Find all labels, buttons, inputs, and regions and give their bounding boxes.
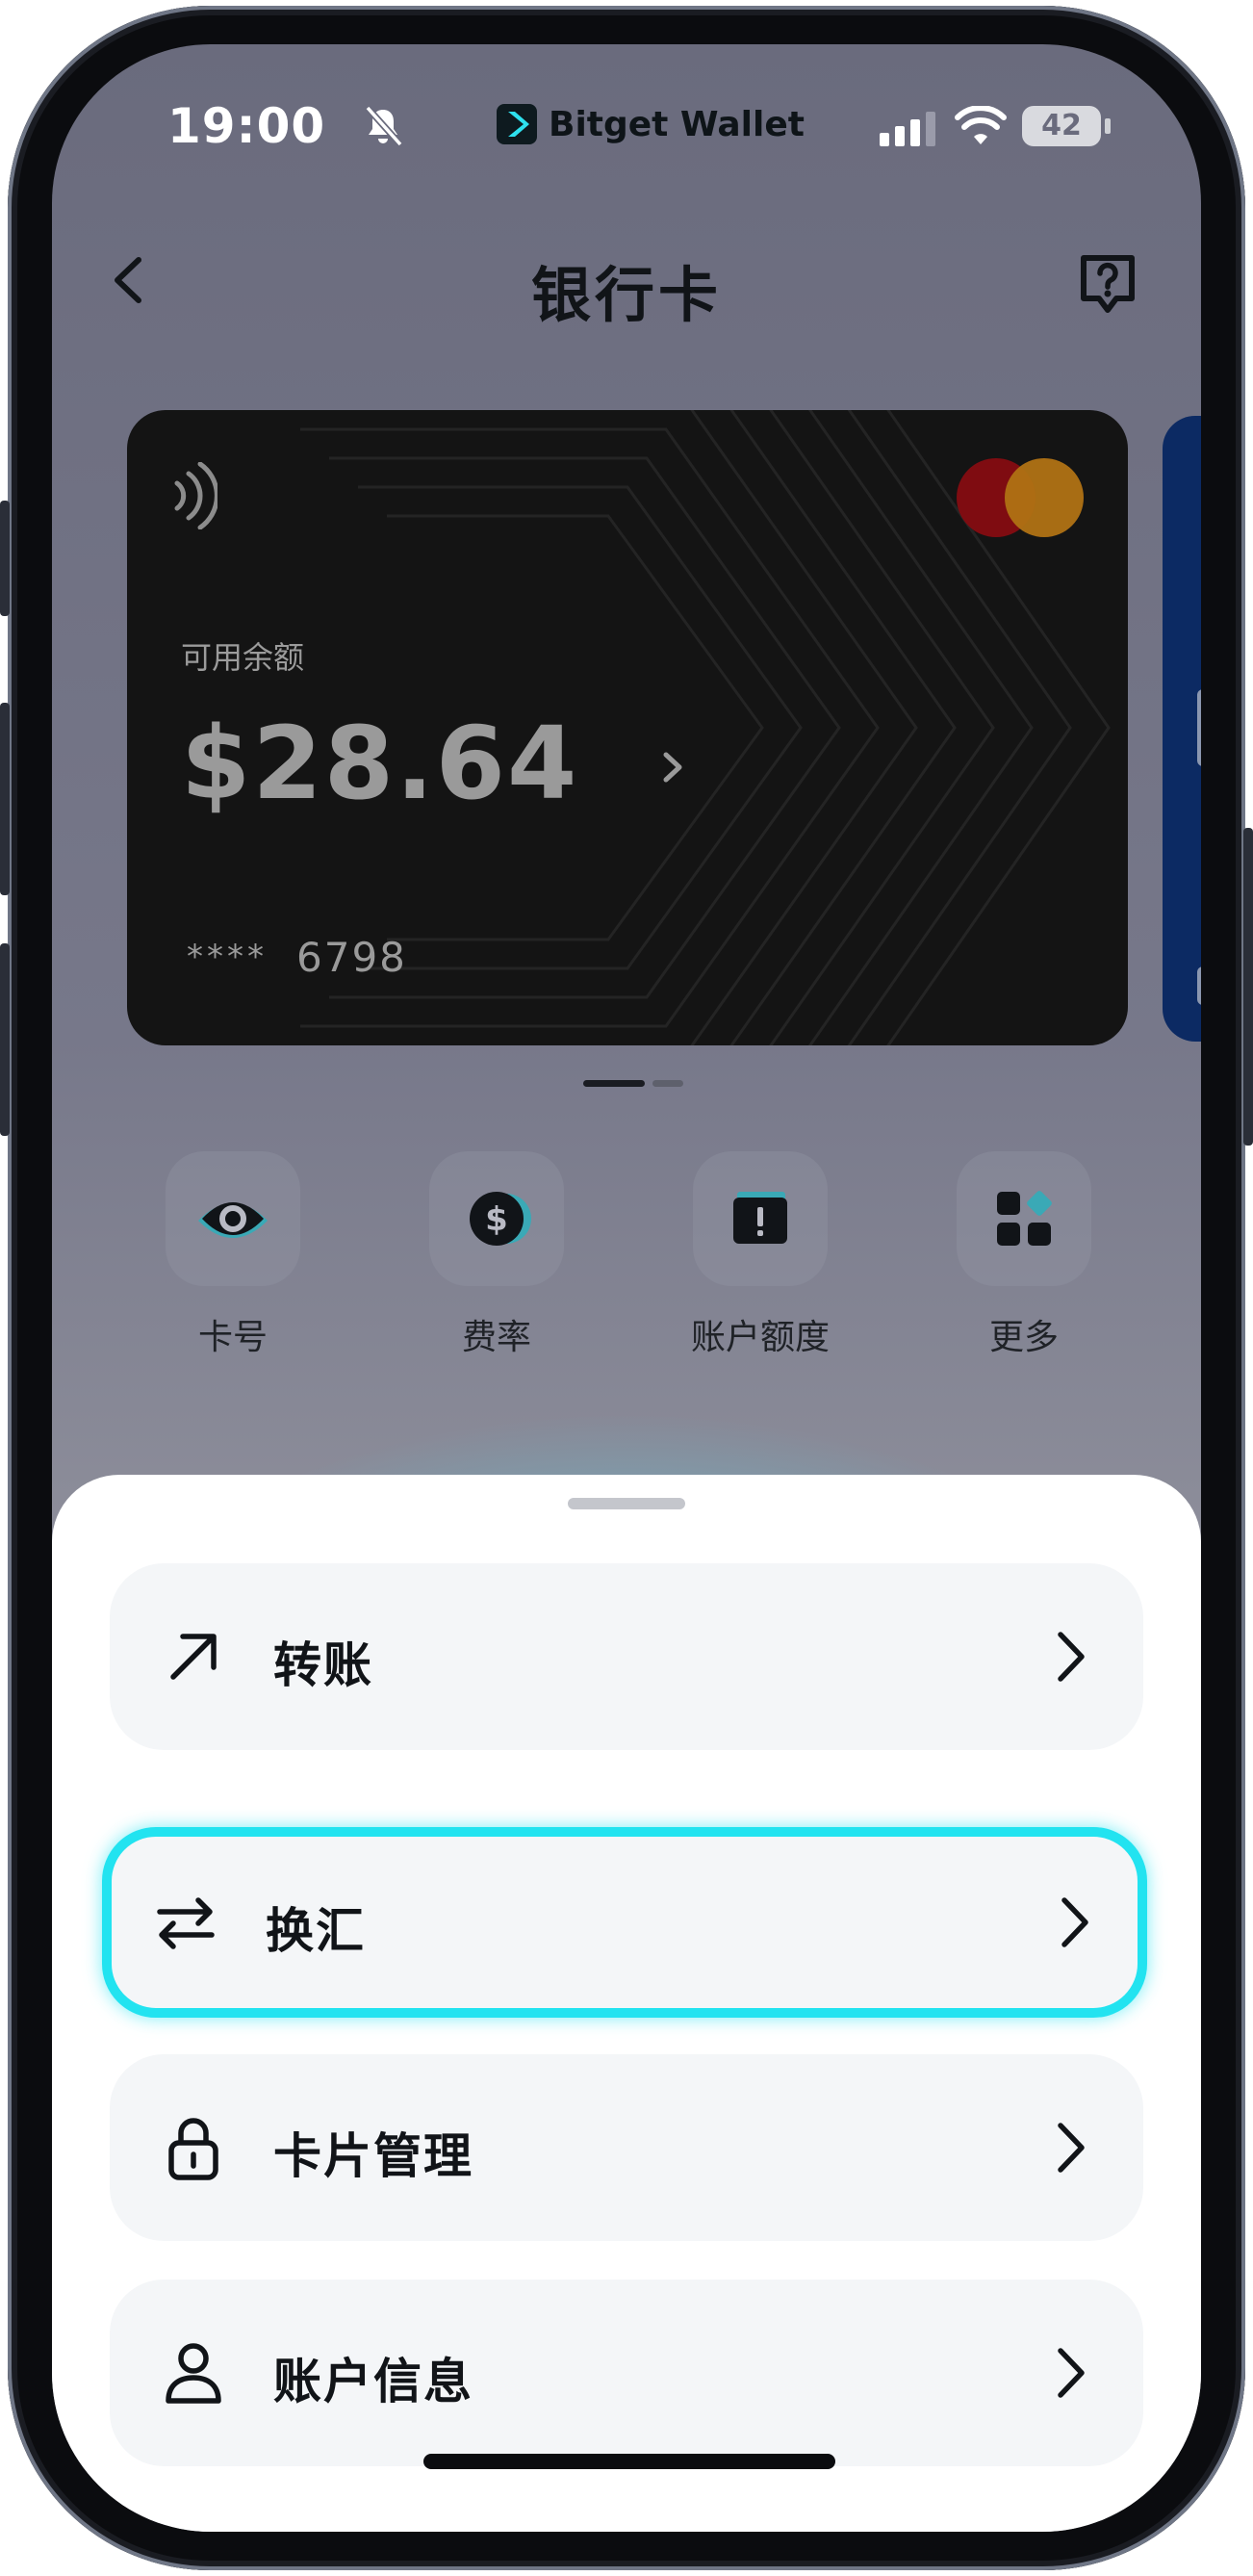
bell-slash-icon bbox=[365, 105, 403, 147]
card-last4: 6798 bbox=[296, 934, 407, 981]
home-indicator[interactable] bbox=[423, 2454, 835, 2469]
arrow-up-right-icon bbox=[170, 1634, 217, 1680]
card-number-mask: **** bbox=[187, 938, 268, 976]
menu-item-card-management[interactable]: 卡片管理 bbox=[110, 2054, 1143, 2241]
battery-icon: 42 bbox=[1022, 106, 1101, 146]
mastercard-logo-icon-right bbox=[1005, 458, 1084, 537]
balance-value[interactable]: $28.64 bbox=[181, 705, 578, 822]
brand-name: Bitget Wallet bbox=[549, 104, 805, 144]
alert-wallet-icon bbox=[733, 1192, 787, 1244]
chevron-right-icon bbox=[1058, 1632, 1085, 1682]
status-bar: 19:00 Bitget Wallet 42 bbox=[52, 44, 1201, 208]
bottom-sheet: 转账 换汇 卡片管理 账户信息 bbox=[52, 1475, 1201, 2532]
chevron-right-icon bbox=[1058, 2123, 1085, 2173]
quick-action-label: 更多 bbox=[988, 1318, 1059, 1357]
status-time: 19:00 bbox=[167, 98, 326, 154]
page-title: 银行卡 bbox=[530, 260, 722, 330]
bitget-logo-icon bbox=[497, 104, 537, 144]
lock-icon bbox=[168, 2118, 218, 2180]
side-button-left-top bbox=[0, 501, 10, 616]
page-indicator bbox=[652, 1080, 683, 1087]
page-indicator-active bbox=[583, 1080, 645, 1087]
side-button-left-mid bbox=[0, 703, 10, 895]
chevron-right-icon bbox=[1058, 2348, 1085, 2398]
quick-action-icon-bg bbox=[693, 1151, 828, 1286]
next-card-peek[interactable] bbox=[1163, 416, 1201, 1042]
menu-item-label: 换汇 bbox=[266, 1903, 366, 1959]
next-card-detail-2 bbox=[1197, 966, 1201, 1005]
chevron-right-icon[interactable] bbox=[658, 743, 689, 791]
battery-tip bbox=[1105, 118, 1111, 134]
quick-action-card-number[interactable]: 卡号 bbox=[146, 1151, 320, 1359]
quick-action-icon-bg bbox=[957, 1151, 1091, 1286]
bank-card[interactable]: 可用余额 $28.64 **** 6798 bbox=[127, 410, 1128, 1045]
balance-label: 可用余额 bbox=[181, 639, 305, 676]
quick-action-label: 费率 bbox=[461, 1318, 531, 1357]
menu-item-account-info[interactable]: 账户信息 bbox=[110, 2280, 1143, 2466]
menu-item-transfer[interactable]: 转账 bbox=[110, 1563, 1143, 1750]
side-button-left-bottom bbox=[0, 943, 10, 1136]
menu-item-exchange[interactable]: 换汇 bbox=[102, 1827, 1147, 2018]
quick-action-more[interactable]: 更多 bbox=[937, 1151, 1111, 1359]
menu-item-label: 卡片管理 bbox=[273, 2128, 473, 2184]
quick-action-icon-bg bbox=[166, 1151, 300, 1286]
quick-action-fees[interactable]: $ 费率 bbox=[410, 1151, 583, 1359]
quick-action-label: 账户额度 bbox=[690, 1318, 830, 1357]
wifi-icon bbox=[955, 106, 1007, 144]
quick-action-account-limit[interactable]: 账户额度 bbox=[674, 1151, 847, 1359]
swap-arrows-icon bbox=[157, 1897, 215, 1949]
menu-item-label: 账户信息 bbox=[273, 2354, 473, 2409]
signal-icon bbox=[880, 112, 935, 146]
sheet-grabber[interactable] bbox=[568, 1498, 685, 1509]
dollar-coin-icon: $ bbox=[470, 1192, 531, 1246]
grid-more-icon bbox=[997, 1191, 1052, 1246]
svg-text:$: $ bbox=[485, 1200, 508, 1239]
side-button-right bbox=[1243, 828, 1253, 1146]
contactless-icon bbox=[174, 462, 217, 529]
chevron-right-icon bbox=[1061, 1897, 1088, 1947]
next-card-detail bbox=[1197, 689, 1201, 766]
help-chat-icon[interactable] bbox=[1072, 248, 1143, 320]
quick-action-icon-bg: $ bbox=[429, 1151, 564, 1286]
menu-item-label: 转账 bbox=[273, 1637, 373, 1693]
brand: Bitget Wallet bbox=[497, 100, 805, 148]
quick-action-label: 卡号 bbox=[197, 1318, 268, 1357]
screen: 19:00 Bitget Wallet 42 银行卡 可用余额 $28.64 *… bbox=[52, 44, 1201, 2532]
user-icon bbox=[166, 2343, 221, 2404]
eye-icon bbox=[198, 1202, 268, 1238]
